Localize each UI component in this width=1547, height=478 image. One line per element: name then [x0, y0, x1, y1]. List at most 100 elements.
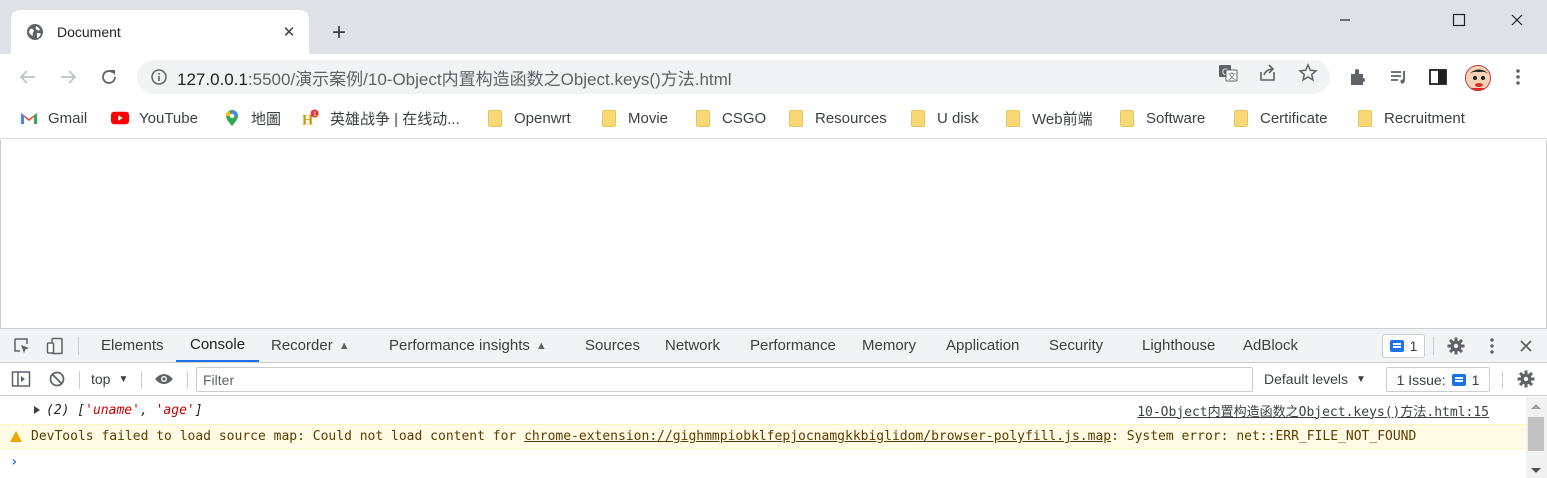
settings-gear-icon[interactable] — [1445, 335, 1467, 357]
scroll-up-icon[interactable] — [1531, 404, 1541, 409]
bookmark-folder-udisk[interactable]: U disk — [909, 106, 979, 130]
tab-label: Application — [946, 337, 1020, 354]
folder-icon — [1004, 109, 1022, 127]
bookmarks-bar: Gmail YouTube 地圖 H1 英雄战争 | 在线动... Openwr… — [0, 99, 1547, 139]
sidebar-toggle-icon[interactable] — [10, 368, 32, 390]
expand-triangle-icon[interactable] — [34, 406, 40, 414]
new-tab-button[interactable]: + — [326, 19, 352, 46]
console-scrollbar[interactable] — [1526, 397, 1547, 478]
log-levels-dropdown[interactable]: Default levels ▼ — [1264, 368, 1366, 390]
context-label: top — [91, 371, 111, 387]
console-output[interactable]: (2) ['uname', 'age'] 10-Object内置构造函数之Obj… — [0, 397, 1526, 478]
maximize-icon[interactable] — [1436, 6, 1482, 34]
source-link[interactable]: 10-Object内置构造函数之Object.keys()方法.html:15 — [1137, 401, 1489, 420]
scroll-down-icon[interactable] — [1531, 468, 1541, 473]
console-warning-row[interactable]: DevTools failed to load source map: Coul… — [0, 424, 1526, 449]
console-filter-input[interactable] — [196, 367, 1253, 392]
share-icon[interactable] — [1256, 61, 1280, 85]
extensions-icon[interactable] — [1345, 64, 1371, 90]
bookmark-gmail[interactable]: Gmail — [20, 106, 87, 130]
bookmark-folder-web[interactable]: Web前端 — [1004, 106, 1093, 130]
tab-adblock[interactable]: AdBlock — [1243, 329, 1298, 362]
device-toolbar-icon[interactable] — [44, 335, 66, 357]
bookmark-folder-movie[interactable]: Movie — [600, 106, 668, 130]
scrollbar-thumb[interactable] — [1528, 417, 1544, 451]
globe-icon — [25, 22, 45, 42]
url-text[interactable]: 127.0.0.1:5500/演示案例/10-Object内置构造函数之Obje… — [177, 65, 732, 90]
tab-performance-insights[interactable]: Performance insights ▲ — [389, 329, 547, 362]
tab-console[interactable]: Console — [176, 329, 260, 362]
close-window-icon[interactable] — [1494, 6, 1540, 34]
bookmark-maps[interactable]: 地圖 — [223, 106, 281, 130]
devtools-menu-icon[interactable] — [1481, 335, 1503, 357]
profile-avatar[interactable] — [1465, 65, 1491, 91]
tab-label: Security — [1049, 337, 1104, 354]
tab-lighthouse[interactable]: Lighthouse — [1142, 329, 1215, 362]
bookmark-folder-csgo[interactable]: CSGO — [694, 106, 766, 130]
folder-icon — [694, 109, 712, 127]
console-settings-gear-icon[interactable] — [1515, 368, 1537, 390]
warning-link[interactable]: chrome-extension://gighmmpiobklfepjocnam… — [524, 429, 1111, 444]
messages-badge[interactable]: 1 — [1382, 334, 1425, 358]
log-array: (2) ['uname', 'age'] — [46, 403, 203, 418]
tab-application[interactable]: Application — [946, 329, 1019, 362]
bookmark-folder-recruitment[interactable]: Recruitment — [1356, 106, 1465, 130]
close-tab-icon[interactable]: ✕ — [279, 22, 299, 42]
context-selector[interactable]: top ▼ — [91, 368, 128, 390]
tab-security[interactable]: Security — [1049, 329, 1103, 362]
forward-button[interactable] — [54, 63, 82, 91]
close-devtools-icon[interactable] — [1515, 335, 1537, 357]
minimize-icon[interactable] — [1322, 6, 1368, 34]
browser-tab[interactable]: Document ✕ — [11, 10, 309, 54]
arrow-right-icon — [61, 70, 77, 84]
bookmark-youtube[interactable]: YouTube — [111, 106, 198, 130]
info-icon[interactable] — [149, 67, 169, 87]
divider — [1433, 337, 1434, 355]
bookmark-game[interactable]: H1 英雄战争 | 在线动... — [302, 106, 460, 130]
tab-label: Sources — [585, 337, 641, 354]
reload-icon — [102, 70, 116, 84]
svg-text:文: 文 — [1228, 71, 1236, 81]
inspect-element-icon[interactable] — [11, 335, 33, 357]
bookmark-label: U disk — [937, 109, 979, 127]
bookmark-folder-software[interactable]: Software — [1118, 106, 1205, 130]
warning-icon — [10, 431, 22, 442]
bookmark-folder-certificate[interactable]: Certificate — [1232, 106, 1328, 130]
tab-label: Memory — [862, 337, 917, 354]
console-prompt-row[interactable]: › — [0, 450, 1526, 474]
tab-memory[interactable]: Memory — [862, 329, 916, 362]
bookmark-star-icon[interactable] — [1296, 61, 1320, 85]
tab-recorder[interactable]: Recorder ▲ — [271, 329, 350, 362]
bookmark-label: Recruitment — [1384, 109, 1465, 127]
clear-console-icon[interactable] — [46, 368, 68, 390]
tab-sources[interactable]: Sources — [585, 329, 640, 362]
console-log-row[interactable]: (2) ['uname', 'age'] 10-Object内置构造函数之Obj… — [0, 397, 1526, 423]
page-viewport[interactable] — [0, 140, 1547, 328]
bookmark-folder-openwrt[interactable]: Openwrt — [486, 106, 571, 130]
url-host: 127.0.0.1 — [177, 69, 248, 89]
translate-icon[interactable]: G文 — [1216, 61, 1240, 85]
tab-label: Console — [190, 336, 246, 353]
warning-text: DevTools failed to load source map: Coul… — [31, 429, 525, 444]
issues-button[interactable]: 1 Issue: 1 — [1386, 367, 1490, 392]
warning-text-suffix: : System error: net::ERR_FILE_NOT_FOUND — [1111, 429, 1417, 444]
tab-performance[interactable]: Performance — [750, 329, 836, 362]
tab-label: Performance — [750, 337, 836, 354]
media-queue-icon[interactable] — [1386, 64, 1412, 90]
tab-network[interactable]: Network — [665, 329, 720, 362]
back-button[interactable] — [14, 63, 42, 91]
folder-icon — [600, 109, 618, 127]
reload-button[interactable] — [95, 63, 123, 91]
divider — [78, 337, 79, 355]
bookmark-label: Openwrt — [514, 109, 571, 127]
game-icon: H1 — [302, 109, 320, 128]
address-bar[interactable]: 127.0.0.1:5500/演示案例/10-Object内置构造函数之Obje… — [137, 60, 1330, 94]
bookmark-folder-resources[interactable]: Resources — [787, 106, 887, 130]
menu-kebab-icon[interactable] — [1505, 64, 1531, 90]
tab-elements[interactable]: Elements — [101, 329, 164, 362]
live-expression-eye-icon[interactable] — [153, 368, 175, 390]
caret-down-icon: ▼ — [118, 373, 129, 385]
bookmark-label: Movie — [628, 109, 669, 127]
folder-icon — [1356, 109, 1374, 127]
side-panel-icon[interactable] — [1425, 64, 1451, 90]
